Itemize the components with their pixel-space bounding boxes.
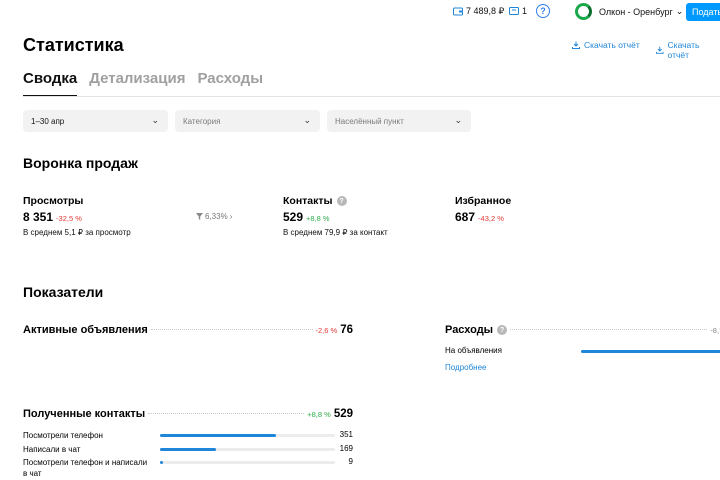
views-value: 8 351 — [23, 210, 54, 224]
top-bar: 7 489,8 ₽ 1 ? Олкон - Оренбург ⌄ Подать — [0, 0, 720, 24]
contacts-label: Контакты — [283, 195, 333, 207]
views-label: Просмотры — [23, 195, 84, 207]
category-placeholder: Категория — [183, 117, 221, 126]
breakdown-track — [160, 461, 335, 464]
breakdown-value: 351 — [339, 430, 353, 439]
breakdown-track — [160, 448, 335, 451]
received-contacts-value: 529 — [333, 408, 353, 420]
download-icon — [656, 46, 664, 54]
post-ad-button[interactable]: Подать — [686, 3, 720, 21]
views-average: В среднем 5,1 ₽ за просмотр — [23, 228, 131, 237]
period-value: 1–30 апр — [31, 117, 65, 126]
page-title: Статистика — [23, 35, 124, 55]
active-ads-change: -2,6 % — [315, 326, 338, 335]
contacts-change: +8,8 % — [306, 214, 330, 223]
tab-expenses[interactable]: Расходы — [197, 70, 263, 97]
funnel-favorites: Избранное 687 -43,2 % — [455, 195, 511, 224]
download-report-link[interactable]: Скачать отчёт — [572, 40, 640, 50]
city-select[interactable]: Населённый пункт ⌄ — [327, 110, 471, 132]
dotted-leader — [148, 413, 305, 414]
chevron-down-icon: ⌄ — [151, 115, 159, 125]
conversion-rate: 6,33% — [205, 212, 228, 221]
favorites-change: -43,2 % — [478, 214, 504, 223]
expenses-label: Расходы — [445, 324, 494, 336]
breakdown-track — [160, 434, 335, 437]
breakdown-label: Посмотрели телефон и написали в чат — [23, 458, 148, 478]
expenses-row[interactable]: Расходы ? -8,7 % — [445, 324, 720, 336]
received-contacts-label: Полученные контакты — [23, 408, 146, 420]
category-select[interactable]: Категория ⌄ — [175, 110, 320, 132]
breakdown-value: 169 — [339, 444, 353, 453]
breakdown-fill — [160, 461, 163, 464]
tab-bar: Сводка Детализация Расходы — [23, 70, 263, 97]
favorites-value: 687 — [455, 210, 476, 224]
views-change: -32,5 % — [56, 214, 82, 223]
contacts-average: В среднем 79,9 ₽ за контакт — [283, 228, 388, 237]
received-contacts-row[interactable]: Полученные контакты +8,8 % 529 — [23, 408, 353, 420]
chevron-right-icon: › — [229, 212, 233, 221]
chevron-down-icon: ⌄ — [675, 6, 684, 16]
download-report-link-2[interactable]: Скачать отчёт — [656, 40, 720, 60]
account-switcher[interactable]: Олкон - Оренбург ⌄ — [575, 3, 683, 20]
funnel-title: Воронка продаж — [23, 155, 138, 171]
contacts-value: 529 — [283, 210, 304, 224]
period-select[interactable]: 1–30 апр ⌄ — [23, 110, 168, 132]
promo-count: 1 — [522, 6, 528, 16]
active-ads-row[interactable]: Активные объявления -2,6 % 76 — [23, 324, 353, 336]
breakdown-fill — [160, 434, 277, 437]
breakdown-label: Написали в чат — [23, 445, 81, 454]
active-ads-label: Активные объявления — [23, 324, 148, 336]
favorites-label: Избранное — [455, 195, 512, 207]
promo-counter[interactable]: 1 — [509, 6, 527, 16]
ticket-icon — [509, 7, 519, 15]
received-contacts-change: +8,8 % — [307, 410, 331, 419]
company-logo-icon — [575, 3, 592, 20]
question-icon[interactable]: ? — [336, 196, 347, 206]
question-icon[interactable]: ? — [497, 325, 508, 335]
funnel-views: Просмотры 8 351 -32,5 % В среднем 5,1 ₽ … — [23, 195, 131, 237]
expenses-more-link[interactable]: Подробнее — [445, 363, 487, 372]
help-icon: ? — [536, 4, 550, 18]
breakdown-label: Посмотрели телефон — [23, 431, 103, 440]
download-report-label: Скачать отчёт — [584, 40, 640, 50]
city-placeholder: Населённый пункт — [335, 117, 404, 126]
tab-details[interactable]: Детализация — [89, 70, 185, 97]
expenses-change: -8,7 % — [710, 326, 720, 335]
wallet-icon — [453, 7, 463, 16]
expenses-bar — [581, 350, 720, 353]
expenses-sub-label: На объявления — [445, 346, 502, 355]
tab-summary[interactable]: Сводка — [23, 70, 78, 97]
funnel-contacts: Контакты ? 529 +8,8 % В среднем 79,9 ₽ з… — [283, 195, 388, 237]
indicators-title: Показатели — [23, 284, 104, 300]
tabs-divider — [23, 96, 720, 97]
account-name: Олкон - Оренбург — [599, 6, 673, 17]
breakdown-value: 9 — [348, 457, 353, 466]
dotted-leader — [150, 329, 313, 330]
help-button[interactable]: ? — [536, 4, 550, 18]
download-icon — [572, 41, 580, 49]
wallet-balance[interactable]: 7 489,8 ₽ — [453, 6, 504, 17]
chevron-down-icon: ⌄ — [454, 115, 462, 125]
wallet-amount: 7 489,8 ₽ — [466, 6, 505, 16]
chevron-down-icon: ⌄ — [303, 115, 311, 125]
conversion-badge[interactable]: 6,33% › — [196, 212, 232, 221]
active-ads-value: 76 — [340, 324, 353, 336]
download-report-label: Скачать отчёт — [667, 40, 700, 60]
dotted-leader — [510, 329, 708, 330]
breakdown-fill — [160, 448, 216, 451]
funnel-icon — [196, 213, 203, 220]
